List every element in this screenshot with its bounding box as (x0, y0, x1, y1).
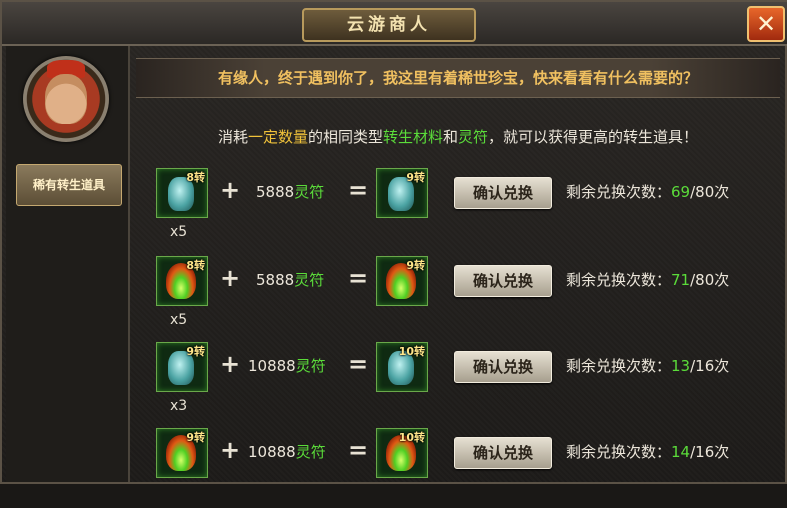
input-quantity: x5 (170, 224, 188, 240)
sidebar: 稀有转生道具 (6, 46, 130, 482)
item-tier: 10转 (398, 431, 425, 444)
tab-rare-rebirth-items[interactable]: 稀有转生道具 (16, 164, 122, 206)
cost-amount: 5888 (256, 183, 295, 201)
remaining-label: 剩余兑换次数： (566, 271, 672, 289)
desc-highlight-quantity: 一定数量 (247, 128, 308, 146)
close-icon[interactable]: ✕ (747, 6, 785, 42)
avatar-face (45, 74, 87, 124)
item-tier: 9转 (406, 259, 425, 272)
cost: 10888灵符 (248, 355, 326, 376)
remaining-exchanges: 剩余兑换次数：69/80次 (566, 181, 729, 202)
cost: 5888灵符 (256, 181, 324, 202)
output-item-slot[interactable]: 9转 (376, 256, 428, 306)
desc-part: 消耗 (217, 128, 248, 146)
equals-sign: = (348, 436, 369, 464)
remaining-total: /80次 (690, 183, 730, 201)
remaining-count: 71 (671, 271, 691, 289)
output-item-slot[interactable]: 10转 (376, 342, 428, 392)
cost-amount: 5888 (256, 271, 295, 289)
remaining-label: 剩余兑换次数： (566, 183, 672, 201)
desc-part: ，就可以获得更高的转生道具！ (488, 128, 699, 146)
output-item-slot[interactable]: 10转 (376, 428, 428, 478)
input-item-slot[interactable]: 8转 (156, 256, 208, 306)
confirm-exchange-button[interactable]: 确认兑换 (454, 177, 552, 209)
cost-amount: 10888 (248, 357, 296, 375)
avatar (23, 56, 109, 142)
merchant-greeting: 有缘人，终于遇到你了，我这里有着稀世珍宝，快来看看有什么需要的？ (136, 58, 780, 98)
equals-sign: = (348, 350, 369, 378)
remaining-count: 14 (671, 443, 691, 461)
exchange-row: 9转 x3 + 10888灵符 = 10转 确认兑换 剩余兑换次数：13/16次 (136, 342, 780, 422)
item-tier: 8转 (186, 171, 205, 184)
remaining-exchanges: 剩余兑换次数：71/80次 (566, 269, 729, 290)
input-quantity: x5 (170, 312, 188, 328)
cost-unit: 灵符 (294, 271, 325, 289)
cost: 10888灵符 (248, 441, 326, 462)
input-item-slot[interactable]: 9转 (156, 342, 208, 392)
desc-part: 和 (443, 128, 459, 146)
exchange-row: 8转 x5 + 5888灵符 = 9转 确认兑换 剩余兑换次数：71/80次 (136, 256, 780, 336)
remaining-count: 69 (671, 183, 691, 201)
remaining-label: 剩余兑换次数： (566, 443, 672, 461)
item-tier: 10转 (398, 345, 425, 358)
exchange-row: 9转 + 10888灵符 = 10转 确认兑换 剩余兑换次数：14/16次 (136, 428, 780, 508)
merchant-window: 云游商人 ✕ 稀有转生道具 有缘人，终于遇到你了，我这里有着稀世珍宝，快来看看有… (0, 0, 787, 484)
desc-part: 的相同类型 (307, 128, 383, 146)
input-quantity: x3 (170, 398, 188, 414)
item-tier: 9转 (406, 171, 425, 184)
remaining-count: 13 (671, 357, 691, 375)
desc-highlight-material: 转生材料 (382, 128, 443, 146)
cost: 5888灵符 (256, 269, 324, 290)
equals-sign: = (348, 176, 369, 204)
window-title: 云游商人 (302, 8, 476, 42)
item-tier: 9转 (186, 431, 205, 444)
plus-sign: + (220, 350, 241, 378)
confirm-exchange-button[interactable]: 确认兑换 (454, 265, 552, 297)
remaining-total: /80次 (690, 271, 730, 289)
input-item-slot[interactable]: 8转 (156, 168, 208, 218)
exchange-row: 8转 x5 + 5888灵符 = 9转 确认兑换 剩余兑换次数：69/80次 (136, 168, 780, 248)
item-tier: 8转 (186, 259, 205, 272)
cost-unit: 灵符 (295, 357, 326, 375)
cost-amount: 10888 (248, 443, 296, 461)
plus-sign: + (220, 436, 241, 464)
desc-highlight-talisman: 灵符 (458, 128, 489, 146)
exchange-description: 消耗一定数量的相同类型转生材料和灵符，就可以获得更高的转生道具！ (136, 126, 780, 147)
equals-sign: = (348, 264, 369, 292)
output-item-slot[interactable]: 9转 (376, 168, 428, 218)
remaining-total: /16次 (690, 443, 730, 461)
cost-unit: 灵符 (295, 443, 326, 461)
confirm-exchange-button[interactable]: 确认兑换 (454, 351, 552, 383)
title-bar: 云游商人 ✕ (2, 2, 787, 46)
confirm-exchange-button[interactable]: 确认兑换 (454, 437, 552, 469)
item-tier: 9转 (186, 345, 205, 358)
plus-sign: + (220, 176, 241, 204)
remaining-label: 剩余兑换次数： (566, 357, 672, 375)
remaining-total: /16次 (690, 357, 730, 375)
plus-sign: + (220, 264, 241, 292)
remaining-exchanges: 剩余兑换次数：14/16次 (566, 441, 729, 462)
remaining-exchanges: 剩余兑换次数：13/16次 (566, 355, 729, 376)
input-item-slot[interactable]: 9转 (156, 428, 208, 478)
cost-unit: 灵符 (294, 183, 325, 201)
